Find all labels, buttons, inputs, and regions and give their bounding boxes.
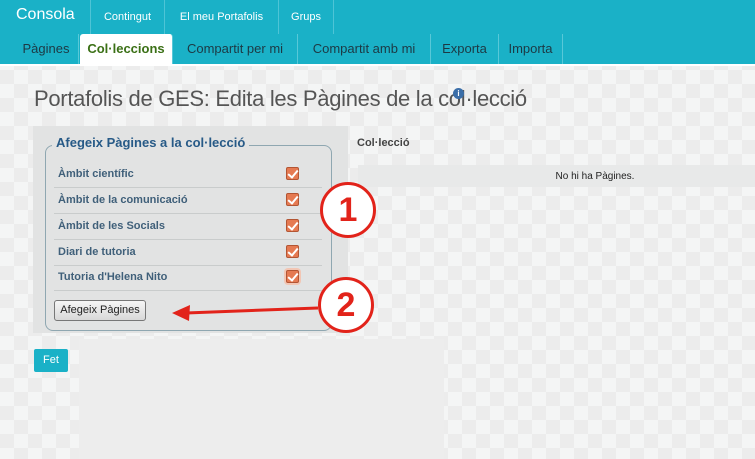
arrow-head [172, 305, 190, 321]
annotation-arrow [172, 305, 319, 321]
arrow-shaft [185, 306, 319, 315]
